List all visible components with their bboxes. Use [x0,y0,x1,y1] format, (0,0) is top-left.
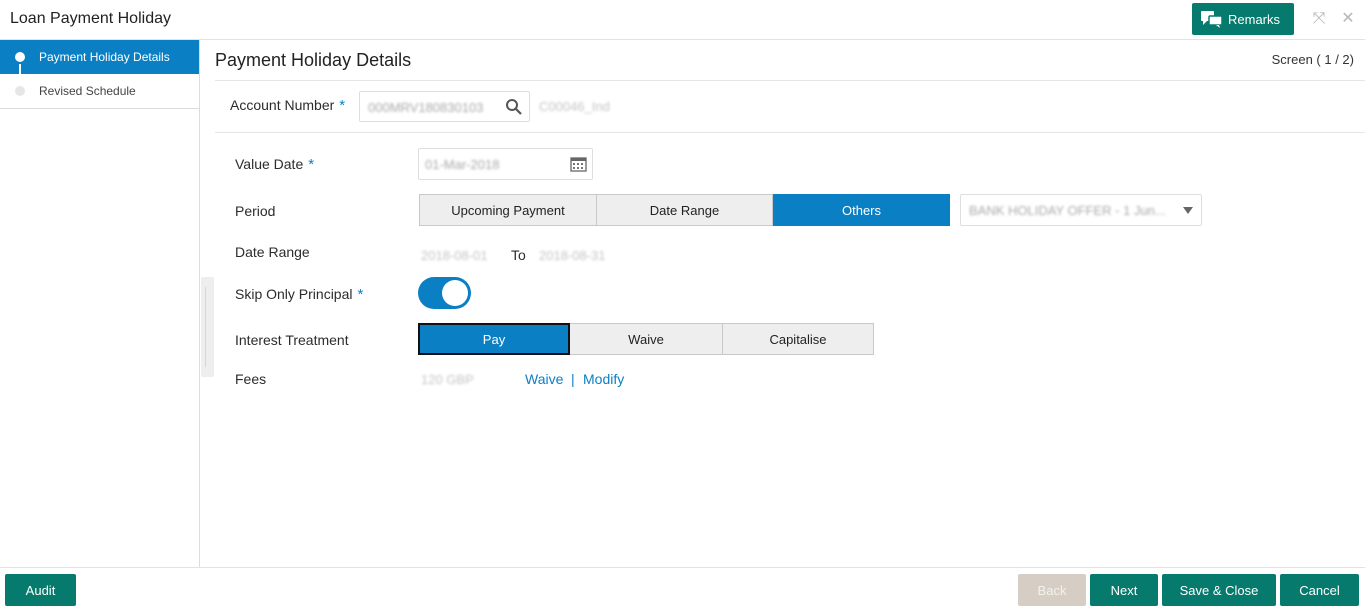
period-label: Period [235,203,276,219]
remarks-button[interactable]: Remarks [1192,3,1294,35]
interest-waive-button[interactable]: Waive [570,323,723,355]
period-selector: Upcoming Payment Date Range Others [419,194,950,226]
chevron-down-icon [1183,207,1193,214]
save-close-button[interactable]: Save & Close [1162,574,1276,606]
next-button[interactable]: Next [1090,574,1158,606]
sidebar-item-payment-holiday-details[interactable]: Payment Holiday Details [0,40,199,74]
fees-label: Fees [235,371,267,387]
toggle-knob [442,280,468,306]
date-range-to: 2018-08-31 [539,248,606,263]
period-dropdown-value: BANK HOLIDAY OFFER - 1 Jun... [969,203,1166,218]
back-button[interactable]: Back [1018,574,1086,606]
fees-link-separator: | [571,371,575,387]
step-inactive-icon [15,86,25,96]
interest-pay-button[interactable]: Pay [418,323,570,355]
period-others-button[interactable]: Others [773,194,950,226]
value-date-field[interactable]: 01-Mar-2018 [418,148,593,180]
cancel-button[interactable]: Cancel [1280,574,1359,606]
account-number-label: Account Number * [230,97,346,114]
title-bar: Loan Payment Holiday Remarks ⤧ ✕ [0,0,1365,40]
screen-indicator: Screen ( 1 / 2) [1271,52,1354,67]
skip-only-principal-label: Skip Only Principal * [235,286,364,303]
date-range-to-label: To [511,247,526,263]
interest-capitalise-button[interactable]: Capitalise [723,323,874,355]
step-sidebar: Payment Holiday Details Revised Schedule [0,40,200,567]
fees-value: 120 GBP [421,372,474,387]
search-icon[interactable] [505,98,523,116]
period-others-dropdown[interactable]: BANK HOLIDAY OFFER - 1 Jun... [960,194,1202,226]
page-title: Payment Holiday Details [215,50,412,70]
value-date-label: Value Date * [235,156,315,173]
interest-treatment-selector: Pay Waive Capitalise [418,323,874,355]
account-number-field[interactable]: 000MRV180830103 [359,91,530,122]
close-icon[interactable]: ✕ [1339,10,1357,28]
minimize-icon[interactable]: ⤧ [1310,10,1328,28]
header-divider [215,80,1365,81]
remarks-label: Remarks [1228,11,1281,27]
sidebar-item-label: Revised Schedule [39,84,136,98]
period-date-range-button[interactable]: Date Range [597,194,773,226]
panel-splitter-handle[interactable] [201,277,214,377]
date-range-from: 2018-08-01 [421,248,488,263]
step-active-icon [15,52,25,62]
window-title: Loan Payment Holiday [10,10,171,27]
period-upcoming-payment-button[interactable]: Upcoming Payment [419,194,597,226]
sidebar-item-label: Payment Holiday Details [39,50,170,64]
chat-icon [1201,11,1223,28]
skip-only-principal-toggle[interactable] [418,277,471,309]
sidebar-item-revised-schedule[interactable]: Revised Schedule [0,74,199,109]
date-range-label: Date Range [235,244,310,260]
calendar-icon[interactable] [570,156,587,172]
customer-name: C00046_Ind [539,99,610,114]
account-divider [215,132,1365,133]
interest-treatment-label: Interest Treatment [235,332,349,348]
audit-button[interactable]: Audit [5,574,76,606]
fees-waive-link[interactable]: Waive [525,371,563,387]
account-number-value: 000MRV180830103 [368,100,484,115]
value-date-value: 01-Mar-2018 [425,157,500,172]
fees-modify-link[interactable]: Modify [583,371,624,387]
footer-bar: Audit Back Next Save & Close Cancel [0,567,1365,609]
